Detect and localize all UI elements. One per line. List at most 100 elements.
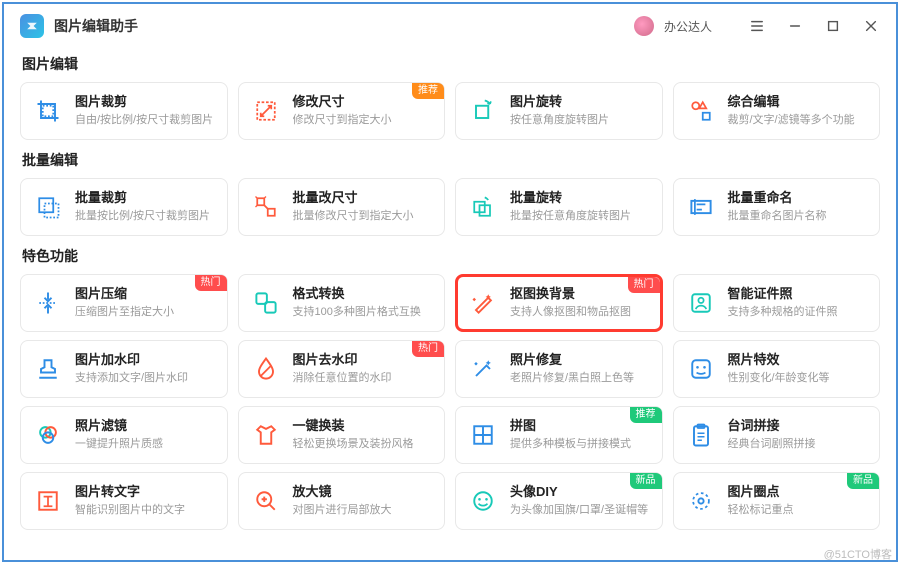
card-add-wm[interactable]: 图片加水印支持添加文字/图片水印	[20, 340, 228, 398]
app-logo-icon	[20, 14, 44, 38]
menu-button[interactable]	[748, 17, 766, 35]
crop-icon	[33, 96, 63, 126]
section-title: 批量编辑	[22, 150, 880, 170]
card-filter[interactable]: 照片滤镜一键提升照片质感	[20, 406, 228, 464]
card-title: 台词拼接	[728, 418, 868, 435]
card-compress[interactable]: 图片压缩压缩图片至指定大小 热门	[20, 274, 228, 332]
card-title: 图片圈点	[728, 484, 868, 501]
card-title: 批量裁剪	[75, 190, 215, 207]
card-title: 综合编辑	[728, 94, 868, 111]
smiley-icon	[468, 486, 498, 516]
card-rotate[interactable]: 图片旋转按任意角度旋转图片	[455, 82, 663, 140]
card-desc: 支持添加文字/图片水印	[75, 371, 215, 385]
card-desc: 裁剪/文字/滤镜等多个功能	[728, 113, 868, 127]
card-title: 图片转文字	[75, 484, 215, 501]
target-icon	[686, 486, 716, 516]
wand-icon	[468, 288, 498, 318]
card-desc: 轻松标记重点	[728, 503, 868, 517]
card-dress[interactable]: 一键换装轻松更换场景及装扮风格	[238, 406, 446, 464]
card-grid: 图片裁剪自由/按比例/按尺寸裁剪图片修改尺寸修改尺寸到指定大小推荐图片旋转按任意…	[20, 82, 880, 140]
card-puzzle[interactable]: 拼图提供多种模板与拼接模式推荐	[455, 406, 663, 464]
card-title: 一键换装	[293, 418, 433, 435]
card-desc: 压缩图片至指定大小	[75, 305, 215, 319]
card-desc: 批量按任意角度旋转图片	[510, 209, 650, 223]
card-desc: 支持人像抠图和物品抠图	[510, 305, 650, 319]
compress-icon	[33, 288, 63, 318]
ocr-icon	[33, 486, 63, 516]
card-combo[interactable]: 综合编辑裁剪/文字/滤镜等多个功能	[673, 82, 881, 140]
card-resize[interactable]: 修改尺寸修改尺寸到指定大小推荐	[238, 82, 446, 140]
card-zoom[interactable]: 放大镜对图片进行局部放大	[238, 472, 446, 530]
card-desc: 智能识别图片中的文字	[75, 503, 215, 517]
card-repair[interactable]: 照片修复老照片修复/黑白照上色等	[455, 340, 663, 398]
card-desc: 修改尺寸到指定大小	[293, 113, 433, 127]
minimize-button[interactable]	[786, 17, 804, 35]
card-title: 智能证件照	[728, 286, 868, 303]
sparkle-icon	[468, 354, 498, 384]
section-title: 特色功能	[22, 246, 880, 266]
content-area: 图片编辑图片裁剪自由/按比例/按尺寸裁剪图片修改尺寸修改尺寸到指定大小推荐图片旋…	[4, 44, 896, 560]
card-title: 图片加水印	[75, 352, 215, 369]
card-desc: 批量修改尺寸到指定大小	[293, 209, 433, 223]
card-desc: 消除任意位置的水印	[293, 371, 433, 385]
card-title: 批量旋转	[510, 190, 650, 207]
card-title: 格式转换	[293, 286, 433, 303]
card-ocr[interactable]: 图片转文字智能识别图片中的文字	[20, 472, 228, 530]
card-desc: 自由/按比例/按尺寸裁剪图片	[75, 113, 215, 127]
card-title: 拼图	[510, 418, 650, 435]
batch-rotate-icon	[468, 192, 498, 222]
tshirt-icon	[251, 420, 281, 450]
rename-icon	[686, 192, 716, 222]
card-title: 批量改尺寸	[293, 190, 433, 207]
batch-resize-icon	[251, 192, 281, 222]
card-cutout[interactable]: 抠图换背景支持人像抠图和物品抠图热门	[455, 274, 663, 332]
idphoto-icon	[686, 288, 716, 318]
batch-crop-icon	[33, 192, 63, 222]
card-focus[interactable]: 图片圈点轻松标记重点 新品	[673, 472, 881, 530]
card-idphoto[interactable]: 智能证件照支持多种规格的证件照	[673, 274, 881, 332]
zoom-icon	[251, 486, 281, 516]
card-convert[interactable]: 格式转换支持100多种图片格式互换	[238, 274, 446, 332]
badge-new: 新品	[847, 473, 879, 489]
card-title: 图片旋转	[510, 94, 650, 111]
avatar[interactable]	[634, 16, 654, 36]
rotate-icon	[468, 96, 498, 126]
face-icon	[686, 354, 716, 384]
card-batch-crop[interactable]: 批量裁剪批量按比例/按尺寸裁剪图片	[20, 178, 228, 236]
card-batch-resize[interactable]: 批量改尺寸批量修改尺寸到指定大小	[238, 178, 446, 236]
card-grid: 图片压缩压缩图片至指定大小热门格式转换支持100多种图片格式互换抠图换背景支持人…	[20, 274, 880, 530]
clipboard-icon	[686, 420, 716, 450]
resize-icon	[251, 96, 281, 126]
puzzle-icon	[468, 420, 498, 450]
app-title: 图片编辑助手	[54, 16, 138, 36]
droplet-icon	[251, 354, 281, 384]
card-crop[interactable]: 图片裁剪自由/按比例/按尺寸裁剪图片	[20, 82, 228, 140]
stamp-icon	[33, 354, 63, 384]
card-grid: 批量裁剪批量按比例/按尺寸裁剪图片批量改尺寸批量修改尺寸到指定大小批量旋转批量按…	[20, 178, 880, 236]
card-desc: 批量重命名图片名称	[728, 209, 868, 223]
badge-hot: 热门	[628, 277, 660, 293]
watermark: @51CTO博客	[824, 546, 892, 562]
card-batch-rotate[interactable]: 批量旋转批量按任意角度旋转图片	[455, 178, 663, 236]
card-desc: 老照片修复/黑白照上色等	[510, 371, 650, 385]
username[interactable]: 办公达人	[664, 18, 712, 35]
card-remove-wm[interactable]: 图片去水印消除任意位置的水印热门	[238, 340, 446, 398]
card-desc: 支持多种规格的证件照	[728, 305, 868, 319]
close-button[interactable]	[862, 17, 880, 35]
card-avatar-diy[interactable]: 头像DIY为头像加国旗/口罩/圣诞帽等新品	[455, 472, 663, 530]
card-effects[interactable]: 照片特效性别变化/年龄变化等	[673, 340, 881, 398]
card-desc: 批量按比例/按尺寸裁剪图片	[75, 209, 215, 223]
card-title: 批量重命名	[728, 190, 868, 207]
badge-hot: 热门	[195, 275, 227, 291]
card-desc: 性别变化/年龄变化等	[728, 371, 868, 385]
card-title: 头像DIY	[510, 484, 650, 501]
card-batch-rename[interactable]: 批量重命名批量重命名图片名称	[673, 178, 881, 236]
card-title: 图片去水印	[293, 352, 433, 369]
filter-icon	[33, 420, 63, 450]
card-title: 修改尺寸	[293, 94, 433, 111]
card-title: 图片压缩	[75, 286, 215, 303]
card-desc: 按任意角度旋转图片	[510, 113, 650, 127]
titlebar: 图片编辑助手 办公达人	[4, 4, 896, 44]
maximize-button[interactable]	[824, 17, 842, 35]
card-lines[interactable]: 台词拼接经典台词剧照拼接	[673, 406, 881, 464]
